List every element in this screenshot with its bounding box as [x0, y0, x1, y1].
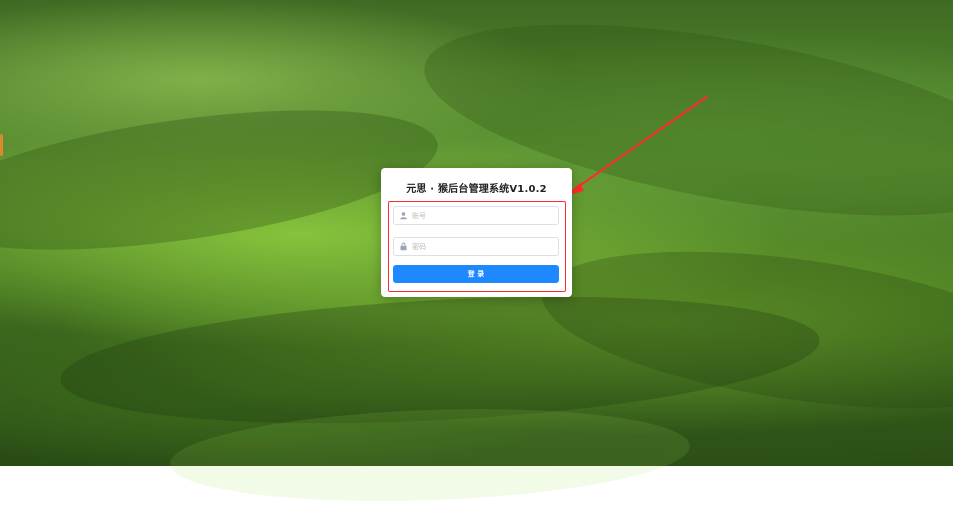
login-card: 元思 · 猴后台管理系统V1.0.2 登 录 — [381, 168, 572, 297]
user-icon — [398, 211, 408, 221]
hill-shadow — [0, 84, 446, 276]
username-input[interactable] — [412, 207, 552, 224]
username-field[interactable] — [393, 206, 559, 225]
side-handle[interactable] — [0, 134, 3, 156]
password-field[interactable] — [393, 237, 559, 256]
lock-icon — [398, 242, 408, 252]
password-input[interactable] — [412, 238, 552, 255]
login-button[interactable]: 登 录 — [393, 265, 559, 283]
login-title: 元思 · 猴后台管理系统V1.0.2 — [406, 184, 547, 195]
